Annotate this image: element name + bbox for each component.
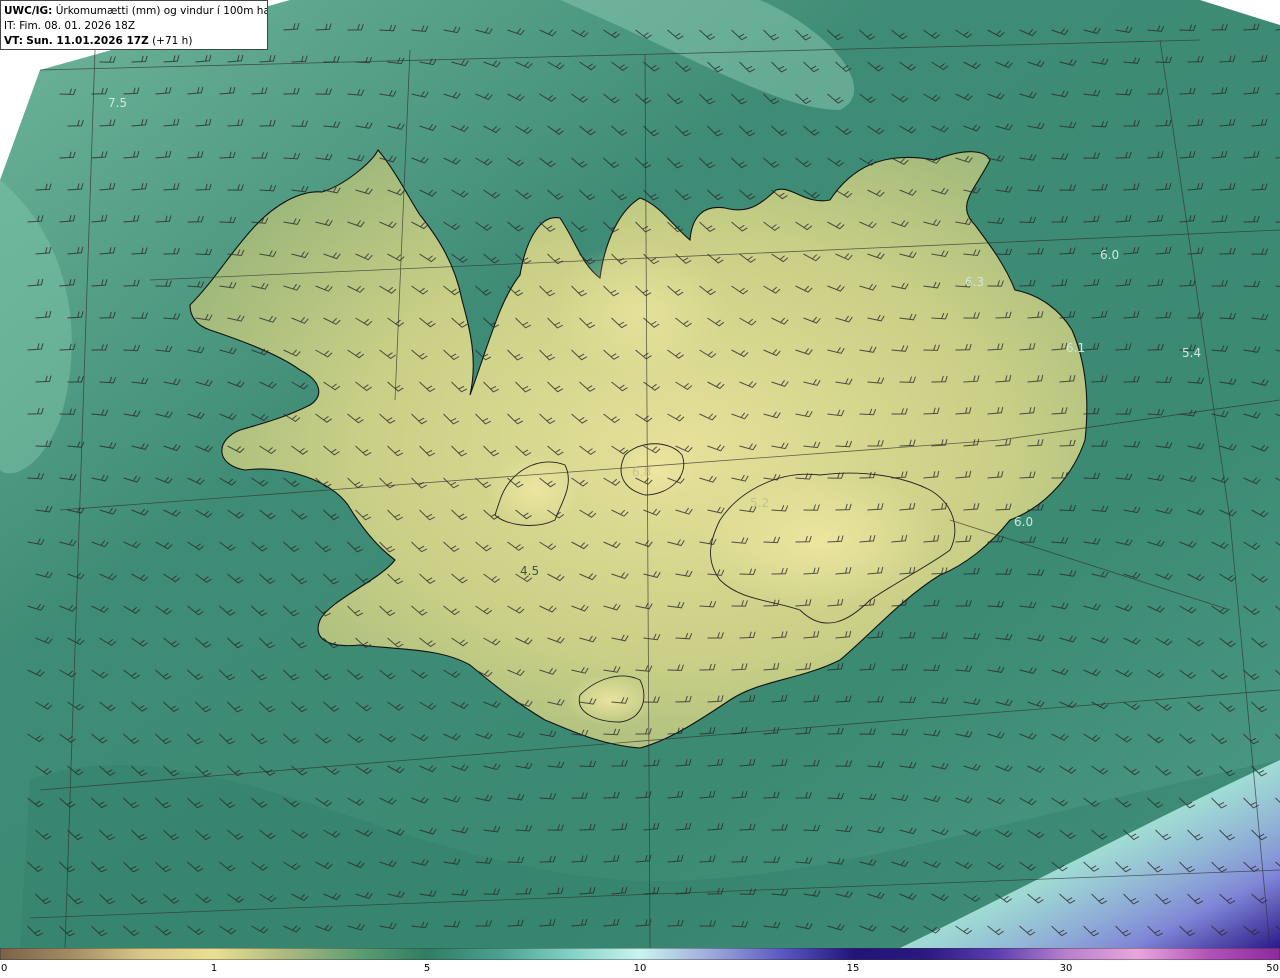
colorbar-tick: 15 <box>846 963 860 974</box>
colorbar-tick: 5 <box>423 963 431 974</box>
precipitation-wind-map: 7.5 6.0 6.3 6.1 5.4 6.0 4.5 6.8 5.2 <box>0 0 1280 948</box>
contour-label: 5.4 <box>1182 346 1201 360</box>
contour-label: 7.5 <box>108 96 127 110</box>
map-info-box: UWC/IG: Úrkomumætti (mm) og vindur í 100… <box>0 0 268 50</box>
colorbar-tick: 30 <box>1059 963 1073 974</box>
title-line: UWC/IG: Úrkomumætti (mm) og vindur í 100… <box>4 4 267 19</box>
lead-time: (+71 h) <box>152 35 193 47</box>
valid-time-line: VT: Sun. 11.01.2026 17Z (+71 h) <box>4 34 263 49</box>
contour-label: 6.0 <box>1014 515 1033 529</box>
init-time-prefix: IT: <box>4 20 16 32</box>
colorbar-labels: 0 1 5 10 15 30 50 <box>0 961 1280 978</box>
colorbar-tick: 0 <box>1 963 8 974</box>
model-name: UWC/IG: <box>4 5 53 17</box>
valid-time: Sun. 11.01.2026 17Z <box>26 35 149 47</box>
contour-label: 6.0 <box>1100 248 1119 262</box>
init-time: Fim. 08. 01. 2026 18Z <box>19 20 136 32</box>
contour-label: 4.5 <box>520 564 539 578</box>
glow-vatnajokull <box>700 470 940 610</box>
colorbar-gradient <box>0 948 1280 960</box>
valid-time-prefix: VT: <box>4 35 23 47</box>
colorbar <box>0 948 1280 960</box>
contour-label: 6.1 <box>1066 341 1085 355</box>
colorbar-tick: 1 <box>210 963 218 974</box>
map-title: Úrkomumætti (mm) og vindur í 100m hæð <box>55 5 268 17</box>
contour-label: 5.2 <box>750 496 769 510</box>
colorbar-tick: 50 <box>1266 963 1279 974</box>
colorbar-tick: 10 <box>633 963 647 974</box>
contour-label: 6.8 <box>632 465 651 479</box>
init-time-line: IT: Fim. 08. 01. 2026 18Z <box>4 19 263 34</box>
contour-label: 6.3 <box>965 275 984 289</box>
